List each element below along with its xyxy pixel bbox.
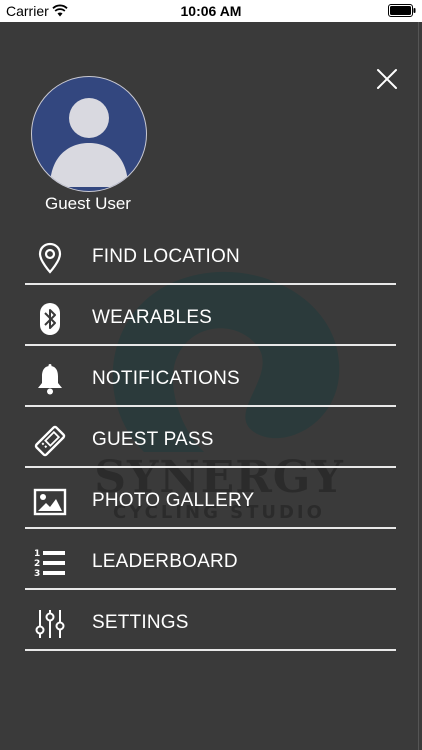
menu-item-find-location[interactable]: FIND LOCATION [25,224,396,285]
bluetooth-icon [40,303,60,335]
menu-item-guest-pass[interactable]: GUEST PASS [25,407,396,468]
svg-text:2: 2 [34,559,40,569]
app-screen: Carrier 10:06 AM SYNERGY CYCLING STUDIO [0,0,422,750]
menu-item-label: LEADERBOARD [92,551,238,572]
user-silhouette-icon [50,98,128,187]
menu-item-leaderboard[interactable]: 1 2 3 LEADERBOARD [25,529,396,590]
user-name: Guest User [45,194,131,213]
avatar[interactable] [31,76,147,192]
menu-item-label: WEARABLES [92,307,213,328]
menu-item-notifications[interactable]: NOTIFICATIONS [25,346,396,407]
drawer-menu: FIND LOCATION WEARABLES NOTIFICATIONS GU… [25,224,396,651]
menu-item-photo-gallery[interactable]: PHOTO GALLERY [25,468,396,529]
ranked-list-icon: 1 2 3 [34,549,65,579]
image-icon [33,488,67,516]
status-time: 10:06 AM [180,3,242,19]
menu-item-label: GUEST PASS [92,429,214,450]
svg-text:3: 3 [34,569,40,579]
bell-icon [38,364,62,395]
status-bar: Carrier 10:06 AM [0,0,422,22]
sliders-icon [35,610,65,638]
menu-item-label: NOTIFICATIONS [92,368,240,389]
menu-item-label: FIND LOCATION [92,246,240,267]
location-pin-icon [38,242,62,274]
menu-item-wearables[interactable]: WEARABLES [25,285,396,346]
close-icon[interactable] [376,68,398,90]
svg-text:1: 1 [34,549,40,559]
side-drawer: SYNERGY CYCLING STUDIO Guest User FIND L… [0,22,419,750]
menu-item-label: SETTINGS [92,612,189,633]
menu-item-label: PHOTO GALLERY [92,490,255,511]
battery-icon [388,4,416,17]
menu-item-settings[interactable]: SETTINGS [25,590,396,651]
ticket-icon [34,425,66,457]
